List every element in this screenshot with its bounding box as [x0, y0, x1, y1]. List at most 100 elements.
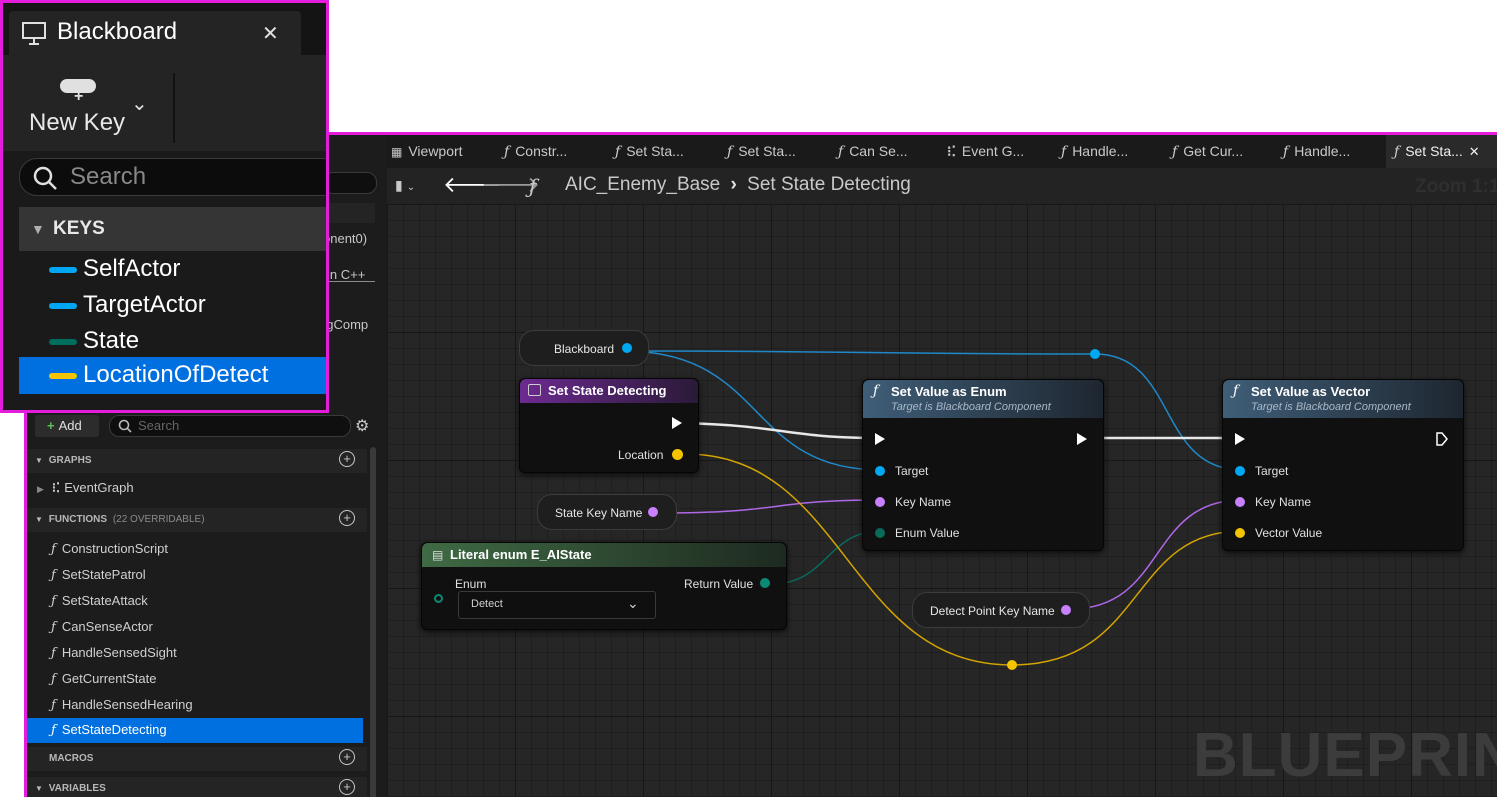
tab-get-current[interactable]: ƒ Get Cur...: [1172, 135, 1243, 168]
enum-input-pin[interactable]: [434, 594, 443, 603]
add-graph-icon[interactable]: +: [339, 451, 355, 467]
keys-section-header[interactable]: ▼ KEYS: [19, 207, 326, 251]
blackboard-search-box[interactable]: Search: [19, 158, 326, 196]
vector-pin[interactable]: [672, 449, 683, 460]
function-label: HandleSensedSight: [61, 645, 177, 660]
function-item[interactable]: ƒ HandleSensedHearing: [51, 697, 193, 713]
macros-section[interactable]: MACROS: [27, 747, 367, 771]
reroute-node-yellow[interactable]: [1007, 660, 1017, 670]
blackboard-key-item[interactable]: State: [19, 323, 326, 359]
function-icon: ƒ: [51, 698, 56, 713]
function-icon: ƒ: [1172, 144, 1178, 160]
target-pin[interactable]: [875, 466, 885, 476]
construction-function-icon: ƒ: [51, 542, 56, 557]
blackboard-key-item[interactable]: SelfActor: [19, 251, 326, 287]
chevron-down-icon[interactable]: ⌄: [131, 91, 148, 116]
tab-label: Viewport: [408, 143, 463, 159]
tab-set-state[interactable]: ƒ Set Sta...: [727, 135, 796, 168]
function-item[interactable]: ƒ SetStateAttack: [51, 593, 148, 609]
chevron-right-icon: ›: [730, 174, 737, 195]
blackboard-tab[interactable]: Blackboard ✕: [9, 11, 301, 55]
tab-viewport[interactable]: ▦ Viewport: [391, 135, 463, 168]
exec-out-pin[interactable]: [672, 417, 682, 429]
functions-section[interactable]: ▼ FUNCTIONS (22 OVERRIDABLE): [27, 508, 367, 532]
add-variable-icon[interactable]: +: [339, 779, 355, 795]
blackboard-key-item-selected[interactable]: LocationOfDetect: [19, 357, 326, 394]
tab-can-sense[interactable]: ƒ Can Se...: [838, 135, 908, 168]
object-pin[interactable]: [622, 343, 632, 353]
function-item-selected[interactable]: ƒ SetStateDetecting: [51, 722, 167, 738]
my-blueprint-search[interactable]: Search: [109, 415, 351, 437]
event-graph-icon: ⁝⁚: [51, 480, 61, 495]
event-graph-item[interactable]: ▶ ⁝⁚ EventGraph: [37, 480, 134, 496]
detect-point-key-name-label: Detect Point Key Name: [930, 604, 1055, 618]
search-placeholder: Search: [70, 163, 147, 190]
add-function-icon[interactable]: +: [339, 510, 355, 526]
vector-value-pin[interactable]: [1235, 528, 1245, 538]
tab-handle[interactable]: ƒ Handle...: [1283, 135, 1350, 168]
details-search-box[interactable]: [323, 172, 377, 194]
function-entry-node[interactable]: Set State Detecting Location: [519, 378, 699, 473]
close-tab-icon[interactable]: ✕: [1469, 144, 1480, 159]
enum-output-pin[interactable]: [760, 578, 770, 588]
set-value-as-vector-node[interactable]: ƒ Set Value as Vector Target is Blackboa…: [1222, 379, 1464, 551]
function-icon: ƒ: [727, 144, 733, 160]
close-icon[interactable]: ✕: [262, 21, 279, 46]
zoom-label: Zoom 1:1: [1415, 176, 1497, 197]
enum-value-pin[interactable]: [875, 528, 885, 538]
exec-out-pin-empty[interactable]: [1435, 432, 1449, 446]
functions-count: (22 OVERRIDABLE): [112, 514, 205, 525]
tab-set-state-active[interactable]: ƒ Set Sta... ✕: [1386, 135, 1497, 168]
detect-point-key-name-node[interactable]: Detect Point Key Name: [912, 592, 1090, 628]
blackboard-variable-node[interactable]: Blackboard: [519, 330, 649, 366]
function-icon: ƒ: [1283, 144, 1289, 160]
bookmark-icon[interactable]: ▮ ⌄: [395, 177, 415, 194]
exec-in-pin[interactable]: [875, 433, 885, 445]
vector-value-pin-label: Vector Value: [1255, 526, 1323, 540]
graph-canvas[interactable]: Blackboard Set State Detecting Location …: [387, 204, 1497, 797]
breadcrumb-current: Set State Detecting: [747, 174, 911, 195]
details-partial-text-2: in C++: [327, 267, 366, 282]
event-graph-label: EventGraph: [64, 480, 134, 495]
target-pin[interactable]: [1235, 466, 1245, 476]
function-item[interactable]: ƒ CanSenseActor: [51, 619, 153, 635]
tab-construction[interactable]: ƒ Constr...: [504, 135, 567, 168]
graph-header-bar: ▮ ⌄ 🡐 🡒 ƒ AIC_Enemy_Base › Set State Dete…: [387, 168, 1497, 204]
search-icon: [118, 419, 132, 433]
function-icon: ƒ: [529, 174, 537, 198]
function-item[interactable]: ƒ HandleSensedSight: [51, 645, 177, 661]
add-macro-icon[interactable]: +: [339, 749, 355, 765]
tab-event-graph[interactable]: ⁝⁚ Event G...: [947, 135, 1024, 168]
key-name-pin[interactable]: [1235, 497, 1245, 507]
exec-out-pin[interactable]: [1077, 433, 1087, 445]
graphs-header: GRAPHS: [48, 455, 92, 466]
expand-arrow-icon: ▼: [35, 515, 43, 524]
add-button[interactable]: + Add: [35, 415, 99, 437]
scrollbar[interactable]: [370, 447, 376, 797]
key-label: TargetActor: [83, 291, 206, 318]
enum-dropdown[interactable]: Detect ⌄: [458, 591, 656, 619]
state-key-name-node[interactable]: State Key Name: [537, 494, 677, 530]
set-value-as-enum-node[interactable]: ƒ Set Value as Enum Target is Blackboard…: [862, 379, 1104, 551]
new-key-button[interactable]: + New Key ⌄: [25, 73, 155, 143]
blackboard-key-item[interactable]: TargetActor: [19, 287, 326, 323]
target-pin-label: Target: [895, 464, 929, 478]
variables-section[interactable]: ▼ VARIABLES: [27, 777, 367, 797]
tab-set-state[interactable]: ƒ Set Sta...: [615, 135, 684, 168]
tab-handle[interactable]: ƒ Handle...: [1061, 135, 1128, 168]
blackboard-title: Blackboard: [57, 18, 178, 45]
breadcrumb-parent[interactable]: AIC_Enemy_Base: [565, 174, 720, 195]
function-item[interactable]: ƒ SetStatePatrol: [51, 567, 146, 583]
function-icon: ƒ: [51, 594, 56, 609]
exec-in-pin[interactable]: [1235, 433, 1245, 445]
reroute-node-blue[interactable]: [1090, 349, 1100, 359]
settings-gear-icon[interactable]: ⚙: [355, 416, 369, 436]
function-item[interactable]: ƒ GetCurrentState: [51, 671, 156, 687]
function-item[interactable]: ƒ ConstructionScript: [51, 541, 168, 557]
viewport-icon: ▦: [391, 145, 403, 159]
name-pin[interactable]: [1061, 605, 1071, 615]
literal-enum-node[interactable]: ▤ Literal enum E_AIState Enum Detect ⌄ R…: [421, 542, 787, 630]
name-pin[interactable]: [648, 507, 658, 517]
graphs-section[interactable]: ▼ GRAPHS: [27, 449, 367, 473]
key-name-pin[interactable]: [875, 497, 885, 507]
